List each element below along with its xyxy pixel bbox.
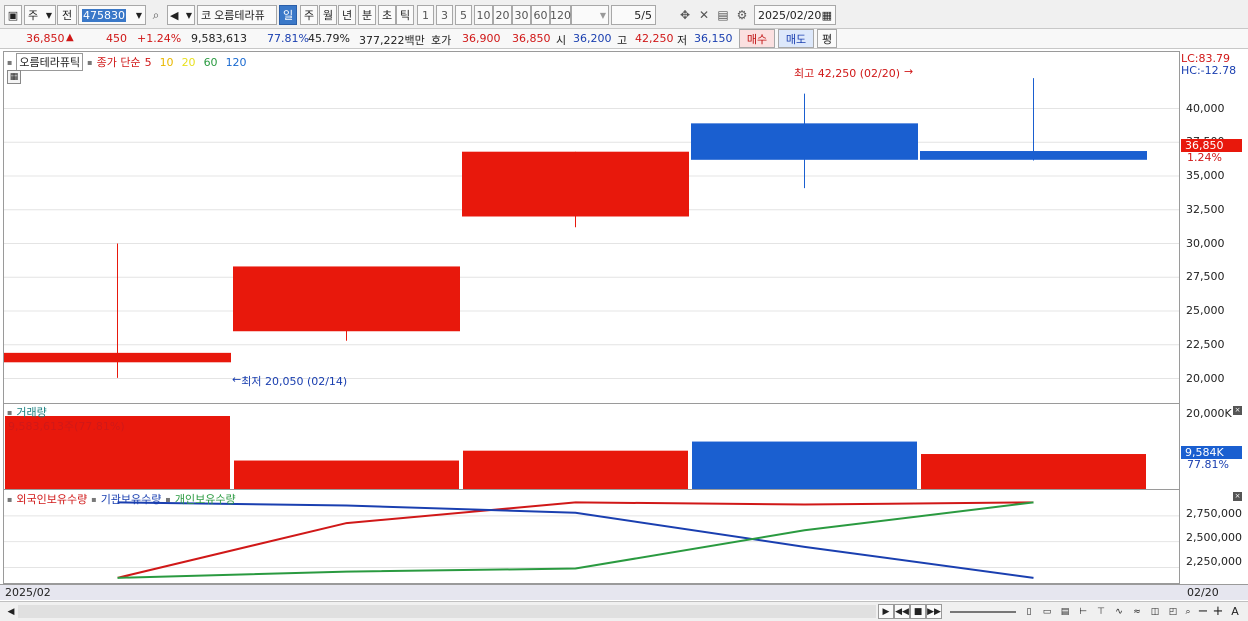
hc-value: HC:-12.78 (1181, 64, 1237, 77)
tool-icon[interactable]: ▤ (1058, 604, 1072, 619)
current-pct-tag: 1.24% (1187, 151, 1222, 164)
price-tick-label: 32,500 (1186, 202, 1225, 216)
foreign-legend: 외국인보유수량 (16, 493, 88, 506)
zoom-out-icon[interactable]: − (1196, 604, 1210, 619)
ma-period-label: 60 (203, 55, 218, 69)
price-tick-label: 40,000 (1186, 101, 1225, 115)
ma-period-label: 20 (181, 55, 196, 69)
rewind-icon[interactable]: ◀◀ (894, 604, 910, 619)
zoom-slider[interactable] (950, 611, 1016, 613)
price-tick-label: 30,000 (1186, 236, 1225, 250)
ma-period-label: 5 (144, 55, 152, 69)
scroll-right-icon[interactable]: ▶ (878, 604, 894, 619)
price-tick-label: 25,000 (1186, 304, 1225, 317)
candle-body (233, 266, 460, 332)
panel-close-icon[interactable]: × (1233, 492, 1242, 501)
price-tick-label: 35,000 (1186, 169, 1225, 182)
candle-body (462, 151, 689, 217)
candle-body (691, 123, 918, 160)
holdings-tick: 2,750,000 (1186, 507, 1242, 520)
volume-top-tick: 20,000K (1186, 407, 1232, 420)
ma-period-label: 10 (159, 55, 174, 69)
candle-body (920, 151, 1147, 160)
price-tick-label: 22,500 (1186, 337, 1225, 351)
zoom-in-icon[interactable]: + (1211, 604, 1225, 619)
volume-bar (921, 454, 1146, 489)
tool-icon[interactable]: ≈ (1130, 604, 1144, 619)
forward-icon[interactable]: ▶▶ (926, 604, 942, 619)
bottom-toolbar: ◀ ▶ ◀◀ ■ ▶▶ ▯ ▭ ▤ ⊢ ⊤ ∿ ≈ ◫ ◰ ⌕ − + A (0, 601, 1248, 621)
price-panel-title: 오름테라퓨틱 (16, 53, 84, 71)
panel-marker-icon: ▪ (165, 494, 171, 504)
price-tick-label: 20,000 (1186, 371, 1225, 385)
ma-period-label: 120 (225, 55, 247, 69)
zoom-icon[interactable]: ⌕ (1181, 604, 1195, 619)
volume-bar (692, 441, 917, 489)
price-legend: ▪ 오름테라퓨틱 ▪ 종가 단순 5 10 20 60 120 (7, 53, 247, 71)
panel-marker-icon: ▪ (91, 494, 97, 504)
scrollbar-track[interactable] (18, 605, 876, 618)
tool-icon[interactable]: ∿ (1112, 604, 1126, 619)
volume-bar (463, 450, 688, 489)
arrow-right-icon: → (904, 65, 914, 78)
scroll-left-icon[interactable]: ◀ (3, 604, 19, 619)
ma-label: 종가 단순 (96, 56, 141, 69)
holdings-line (117, 501, 1034, 579)
tool-icon[interactable]: ⊤ (1094, 604, 1108, 619)
holdings-tick: 2,500,000 (1186, 531, 1242, 544)
low-annotation: ← 최저 20,050 (02/14) (232, 373, 347, 389)
institution-legend: 기관보유수량 (100, 493, 162, 506)
tool-icon[interactable]: ◫ (1148, 604, 1162, 619)
volume-note: 9,583,613주(77.81%) (8, 420, 125, 433)
tool-icon[interactable]: ◰ (1166, 604, 1180, 619)
panel-marker-icon: ▪ (7, 57, 13, 67)
high-note-text: 최고 42,250 (02/20) (794, 67, 901, 80)
table-icon[interactable]: ▦ (7, 70, 21, 84)
stop-icon[interactable]: ■ (910, 604, 926, 619)
arrow-left-icon: ← (232, 373, 242, 386)
date-axis-end: 02/20 (1187, 586, 1219, 599)
font-size-icon[interactable]: A (1228, 604, 1242, 619)
panel-marker-icon: ▪ (7, 407, 13, 417)
holdings-tick: 2,250,000 (1186, 555, 1242, 568)
date-axis: 2025/02 02/20 (0, 584, 1248, 600)
tool-icon[interactable]: ⊢ (1076, 604, 1090, 619)
panel-close-icon[interactable]: × (1233, 406, 1242, 415)
volume-current-pct: 77.81% (1187, 458, 1229, 471)
high-annotation: 최고 42,250 (02/20) → (794, 65, 913, 81)
individual-legend: 개인보유수량 (174, 493, 236, 506)
panel-marker-icon: ▪ (87, 57, 93, 67)
price-tick-label: 27,500 (1186, 270, 1225, 284)
holdings-legend: ▪ 외국인보유수량 ▪ 기관보유수량 ▪ 개인보유수량 (7, 491, 236, 507)
low-note-text: 최저 20,050 (02/14) (241, 375, 348, 388)
candle-body (4, 352, 231, 363)
date-axis-start: 2025/02 (5, 586, 51, 599)
tool-icon[interactable]: ▭ (1040, 604, 1054, 619)
volume-bar (234, 460, 459, 489)
panel-marker-icon: ▪ (7, 494, 13, 504)
tool-icon[interactable]: ▯ (1022, 604, 1036, 619)
chart-canvas (4, 78, 1179, 579)
